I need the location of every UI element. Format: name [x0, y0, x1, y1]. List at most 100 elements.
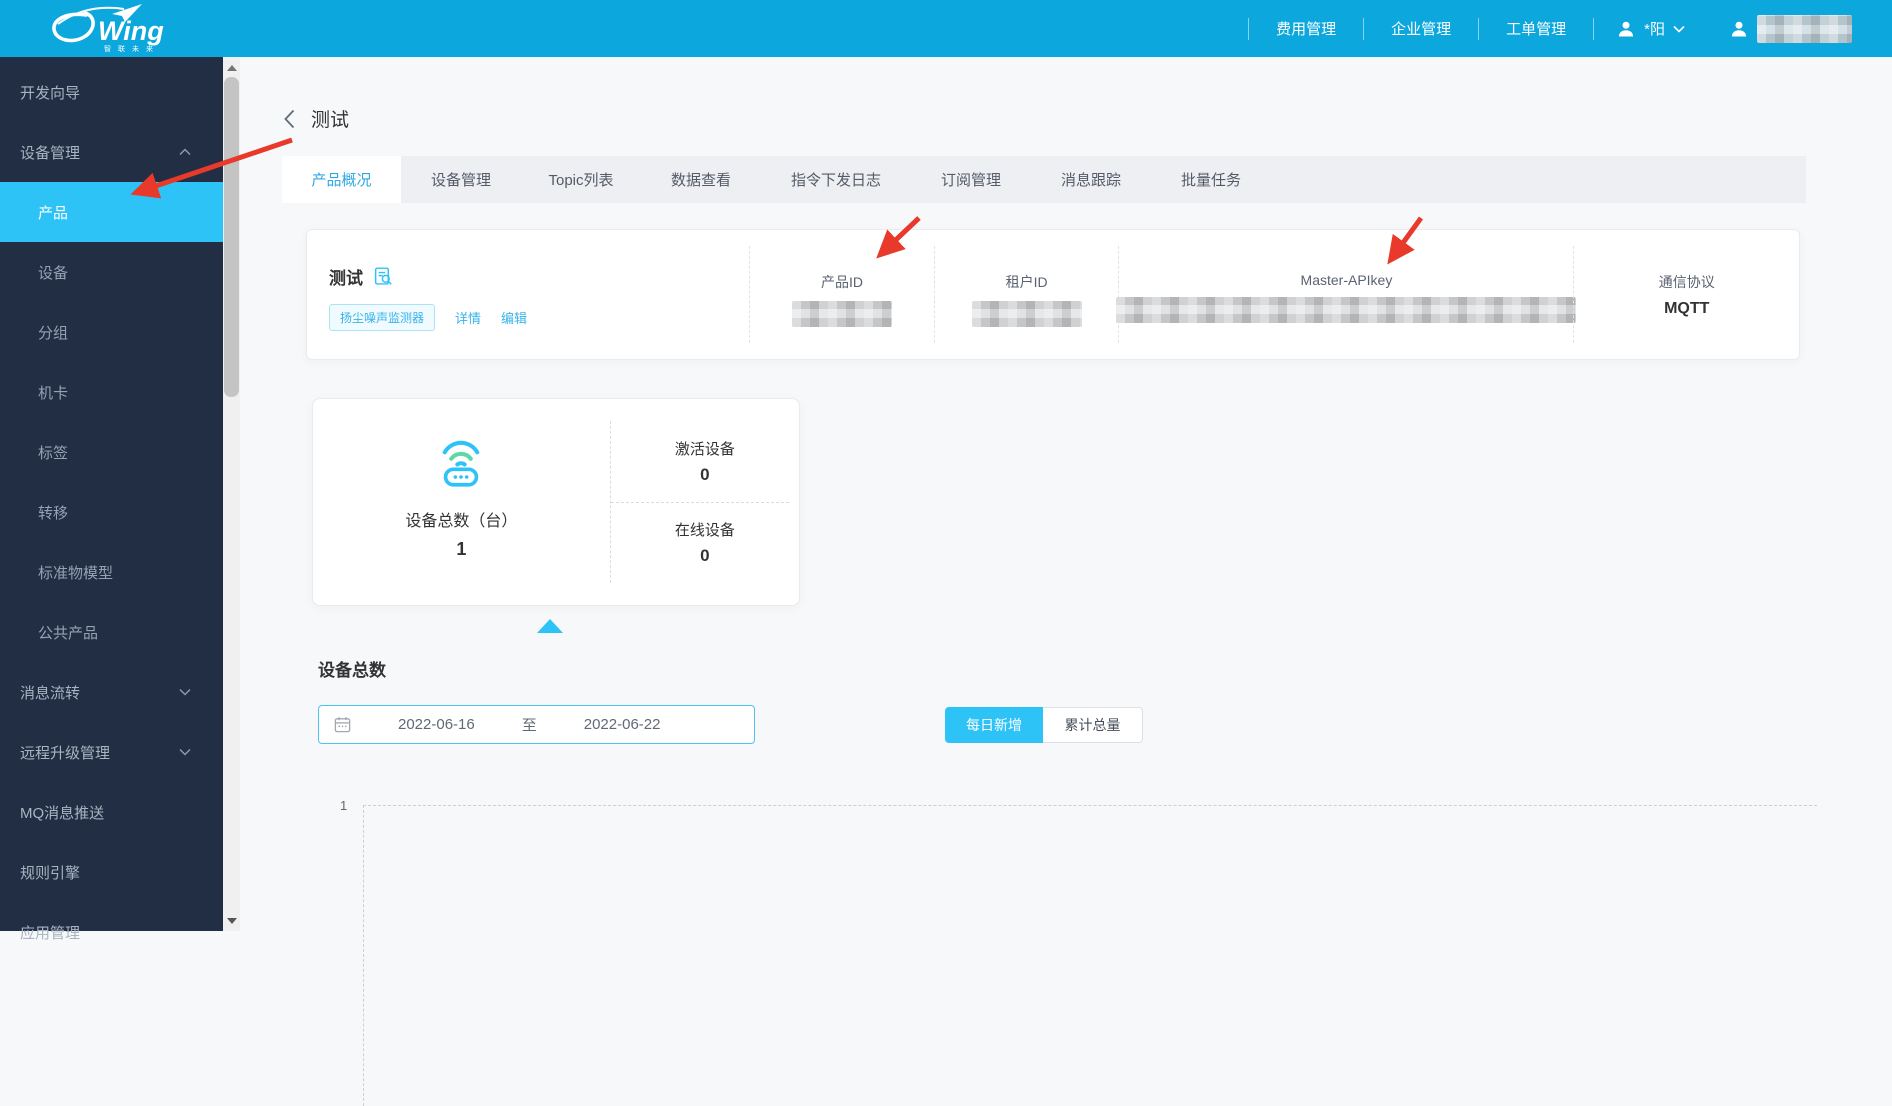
date-end-value[interactable]: 2022-06-22 — [584, 716, 661, 733]
sidebar-item-standard-model[interactable]: 标准物模型 — [0, 542, 223, 602]
product-info-card: 测试 扬尘噪声监测器 详情 编辑 产品ID 租户ID Master-APIkey… — [306, 229, 1800, 360]
sidebar-item-label: 产品 — [38, 204, 69, 222]
sidebar-item-device[interactable]: 设备 — [0, 242, 223, 302]
sidebar-nav: 开发向导 设备管理 产品 设备 分组 机卡 标签 转移 标准物模型 公共产品 消… — [0, 57, 223, 942]
chevron-down-icon — [179, 688, 191, 696]
sidebar-item-dev-wizard[interactable]: 开发向导 — [0, 62, 223, 122]
top-header: Wing 智联未来 费用管理 企业管理 工单管理 *阳 — [0, 0, 1892, 57]
logo-swoosh — [52, 11, 95, 43]
product-category-tag: 扬尘噪声监测器 — [329, 304, 436, 331]
sidebar-item-label: 远程升级管理 — [20, 744, 111, 762]
tenant-id-label: 租户ID — [1005, 274, 1048, 290]
protocol-label: 通信协议 — [1658, 274, 1715, 290]
online-label: 在线设备 — [674, 522, 735, 540]
redacted-tenant-id — [971, 301, 1082, 327]
secondary-account[interactable] — [1707, 14, 1852, 43]
sidebar-item-mq-push[interactable]: MQ消息推送 — [0, 782, 223, 842]
tab-message-trace[interactable]: 消息跟踪 — [1031, 156, 1151, 203]
sidebar-item-label: 消息流转 — [20, 684, 81, 702]
back-button[interactable] — [284, 109, 295, 129]
brand-tagline: 智联未来 — [104, 44, 160, 53]
device-total-value: 1 — [456, 539, 467, 559]
master-apikey-column: Master-APIkey — [1116, 246, 1577, 343]
date-separator: 至 — [521, 717, 537, 734]
nav-work-order[interactable]: 工单管理 — [1479, 18, 1593, 39]
sidebar-item-public-product[interactable]: 公共产品 — [0, 602, 223, 662]
tab-topic-list[interactable]: Topic列表 — [521, 156, 641, 203]
sidebar-item-message-flow[interactable]: 消息流转 — [0, 662, 223, 722]
sidebar-item-sim-card[interactable]: 机卡 — [0, 362, 223, 422]
redacted-account-name — [1757, 14, 1852, 43]
device-wifi-icon — [443, 440, 480, 487]
date-start-value[interactable]: 2022-06-16 — [398, 716, 475, 733]
calendar-icon — [334, 717, 351, 733]
tab-bar: 产品概况 设备管理 Topic列表 数据查看 指令下发日志 订阅管理 消息跟踪 … — [282, 156, 1806, 203]
protocol-value: MQTT — [1664, 300, 1710, 317]
tab-command-log[interactable]: 指令下发日志 — [761, 156, 911, 203]
sidebar-item-product[interactable]: 产品 — [0, 182, 223, 242]
device-total-block: 设备总数（台） 1 — [313, 399, 610, 605]
date-range-picker[interactable]: 2022-06-16 至 2022-06-22 — [318, 705, 755, 744]
sidebar-item-label: 转移 — [38, 504, 69, 522]
sidebar-item-label: 机卡 — [38, 384, 69, 402]
sidebar-item-label: 规则引擎 — [20, 864, 81, 882]
scroll-up-arrow[interactable] — [223, 59, 240, 76]
device-total-label: 设备总数（台） — [405, 513, 518, 530]
product-summary: 测试 扬尘噪声监测器 详情 编辑 — [307, 230, 749, 359]
detail-link[interactable]: 详情 — [455, 308, 481, 327]
product-id-label: 产品ID — [820, 274, 863, 290]
person-icon — [1619, 21, 1634, 36]
tenant-id-column: 租户ID — [933, 246, 1119, 343]
person-icon — [1731, 21, 1747, 36]
sidebar-item-tag[interactable]: 标签 — [0, 422, 223, 482]
product-name: 测试 — [329, 269, 363, 288]
sidebar-item-label: 分组 — [38, 324, 69, 342]
page-title: 测试 — [311, 110, 350, 131]
protocol-column: 通信协议 MQTT — [1573, 246, 1799, 343]
chart-y-axis-tick: 1 — [340, 798, 348, 813]
daily-new-button[interactable]: 每日新增 — [945, 707, 1043, 743]
online-devices-cell: 在线设备 0 — [611, 503, 799, 584]
tab-batch-task[interactable]: 批量任务 — [1151, 156, 1271, 203]
nav-billing[interactable]: 费用管理 — [1249, 18, 1363, 39]
chart-mode-toggle: 每日新增 累计总量 — [945, 707, 1143, 743]
device-status-block: 激活设备 0 在线设备 0 — [609, 421, 799, 584]
scrollbar-thumb[interactable] — [224, 77, 239, 397]
sidebar-item-label: MQ消息推送 — [20, 804, 105, 822]
chevron-down-icon — [179, 748, 191, 756]
sidebar-item-label: 应用管理 — [20, 924, 81, 942]
doc-search-icon[interactable] — [373, 266, 394, 287]
device-stats-card: 设备总数（台） 1 激活设备 0 在线设备 0 — [312, 398, 800, 606]
cumulative-total-button[interactable]: 累计总量 — [1043, 707, 1143, 743]
sidebar-item-remote-upgrade[interactable]: 远程升级管理 — [0, 722, 223, 782]
card-pointer-triangle — [537, 619, 563, 633]
sidebar-item-rule-engine[interactable]: 规则引擎 — [0, 842, 223, 902]
tab-subscription[interactable]: 订阅管理 — [911, 156, 1031, 203]
sidebar-scrollbar[interactable] — [223, 57, 240, 931]
tab-device-mgmt[interactable]: 设备管理 — [401, 156, 521, 203]
tab-product-overview[interactable]: 产品概况 — [282, 156, 401, 203]
scroll-down-arrow[interactable] — [223, 912, 240, 929]
sidebar-item-transfer[interactable]: 转移 — [0, 482, 223, 542]
section-title: 设备总数 — [318, 661, 386, 680]
chart-plot-area — [363, 805, 1817, 1106]
chevron-down-icon — [1673, 25, 1685, 33]
user-menu[interactable]: *阳 — [1594, 18, 1707, 39]
tab-data-view[interactable]: 数据查看 — [641, 156, 761, 203]
redacted-master-apikey — [1116, 297, 1577, 323]
activated-devices-cell: 激活设备 0 — [611, 421, 799, 502]
chevron-left-icon — [284, 109, 295, 128]
master-apikey-label: Master-APIkey — [1300, 272, 1393, 288]
sidebar-item-label: 设备 — [38, 264, 69, 282]
edit-link[interactable]: 编辑 — [501, 308, 527, 327]
sidebar-item-app-mgmt[interactable]: 应用管理 — [0, 902, 223, 962]
brand-logo[interactable]: Wing 智联未来 — [46, 2, 196, 59]
main-content: 测试 产品概况 设备管理 Topic列表 数据查看 指令下发日志 订阅管理 消息… — [240, 57, 1892, 1106]
user-name: *阳 — [1644, 21, 1665, 38]
nav-enterprise[interactable]: 企业管理 — [1364, 18, 1478, 39]
online-value: 0 — [700, 546, 710, 566]
sidebar-item-label: 标准物模型 — [38, 564, 114, 582]
sidebar-item-device-mgmt[interactable]: 设备管理 — [0, 122, 223, 182]
sidebar-item-group[interactable]: 分组 — [0, 302, 223, 362]
activated-label: 激活设备 — [674, 440, 735, 458]
